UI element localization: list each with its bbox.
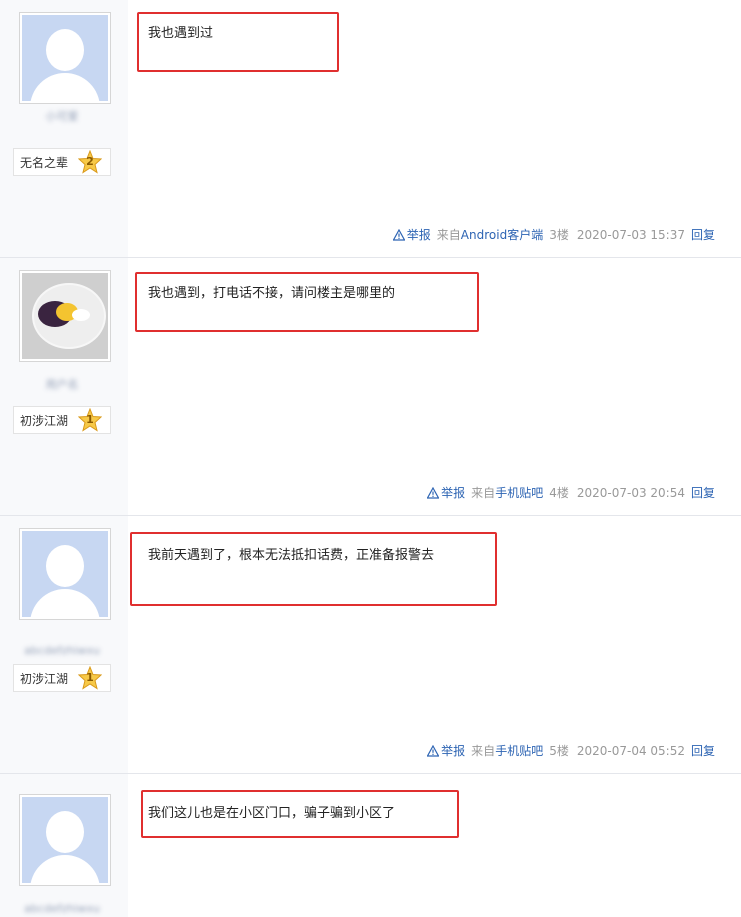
report-link[interactable]: 举报 bbox=[427, 484, 465, 501]
floor-number: 4楼 bbox=[549, 486, 569, 500]
post-floor-4: 用户名 初涉江湖 1 我也遇到，打电话不接，请问楼主是哪里的 举报 来自手机贴吧… bbox=[0, 258, 741, 516]
level-name: 初涉江湖 bbox=[20, 413, 69, 428]
level-number: 2 bbox=[86, 155, 94, 168]
source-client-link[interactable]: 手机贴吧 bbox=[495, 486, 543, 500]
floor-number: 5楼 bbox=[549, 744, 569, 758]
post-time: 2020-07-03 20:54 bbox=[576, 485, 685, 500]
level-number: 1 bbox=[86, 413, 94, 426]
highlight-box bbox=[130, 532, 497, 606]
post-source: 来自手机贴吧 bbox=[471, 744, 544, 758]
report-link[interactable]: 举报 bbox=[427, 742, 465, 759]
username[interactable]: 用户名 bbox=[22, 376, 102, 391]
post-source: 来自手机贴吧 bbox=[471, 486, 544, 500]
avatar[interactable] bbox=[19, 270, 111, 362]
username[interactable]: abcdefzhiwxu bbox=[22, 644, 102, 658]
level-name: 无名之辈 bbox=[20, 155, 69, 170]
post-time: 2020-07-03 15:37 bbox=[576, 227, 685, 242]
report-link[interactable]: 举报 bbox=[392, 226, 431, 243]
post-time: 2020-07-04 05:52 bbox=[576, 743, 685, 758]
highlight-box bbox=[141, 790, 459, 838]
source-client-link[interactable]: 手机贴吧 bbox=[495, 744, 543, 758]
post-floor-6: abcdefzhiwxu 我们这儿也是在小区门口，骗子骗到小区了 bbox=[0, 774, 741, 917]
post-floor-5: abcdefzhiwxu 初涉江湖 1 我前天遇到了，根本无法抵扣话费，正准备报… bbox=[0, 516, 741, 774]
level-badge[interactable]: 无名之辈 2 bbox=[13, 148, 111, 176]
author-sidebar: 用户名 初涉江湖 1 bbox=[0, 258, 128, 515]
highlight-box bbox=[137, 12, 339, 72]
highlight-box bbox=[135, 272, 479, 332]
reply-link[interactable]: 回复 bbox=[691, 484, 715, 501]
avatar[interactable] bbox=[19, 794, 111, 886]
post-meta: 举报 来自手机贴吧 4楼 2020-07-03 20:54 回复 bbox=[427, 484, 715, 501]
warning-icon bbox=[392, 228, 405, 241]
floor-number: 3楼 bbox=[549, 228, 569, 242]
level-badge[interactable]: 初涉江湖 1 bbox=[13, 406, 111, 434]
level-star-icon: 1 bbox=[78, 666, 102, 690]
post-floor-3: 小可爱 无名之辈 2 我也遇到过 举报 来自Android客户端 3楼 2020… bbox=[0, 0, 741, 258]
warning-icon bbox=[427, 486, 440, 499]
level-name: 初涉江湖 bbox=[20, 671, 69, 686]
reply-link[interactable]: 回复 bbox=[691, 226, 715, 243]
username[interactable]: abcdefzhiwxu bbox=[22, 902, 102, 916]
level-number: 1 bbox=[86, 671, 94, 684]
level-star-icon: 2 bbox=[78, 150, 102, 174]
author-sidebar: abcdefzhiwxu bbox=[0, 774, 128, 917]
post-meta: 举报 来自手机贴吧 5楼 2020-07-04 05:52 回复 bbox=[427, 742, 715, 759]
avatar[interactable] bbox=[19, 528, 111, 620]
post-meta: 举报 来自Android客户端 3楼 2020-07-03 15:37 回复 bbox=[392, 226, 715, 243]
author-sidebar: abcdefzhiwxu 初涉江湖 1 bbox=[0, 516, 128, 773]
level-star-icon: 1 bbox=[78, 408, 102, 432]
avatar[interactable] bbox=[19, 12, 111, 104]
source-client-link[interactable]: Android客户端 bbox=[461, 228, 543, 242]
author-sidebar: 小可爱 无名之辈 2 bbox=[0, 0, 128, 257]
post-source: 来自Android客户端 bbox=[436, 228, 544, 242]
level-badge[interactable]: 初涉江湖 1 bbox=[13, 664, 111, 692]
username[interactable]: 小可爱 bbox=[22, 108, 102, 123]
reply-link[interactable]: 回复 bbox=[691, 742, 715, 759]
warning-icon bbox=[427, 744, 440, 757]
